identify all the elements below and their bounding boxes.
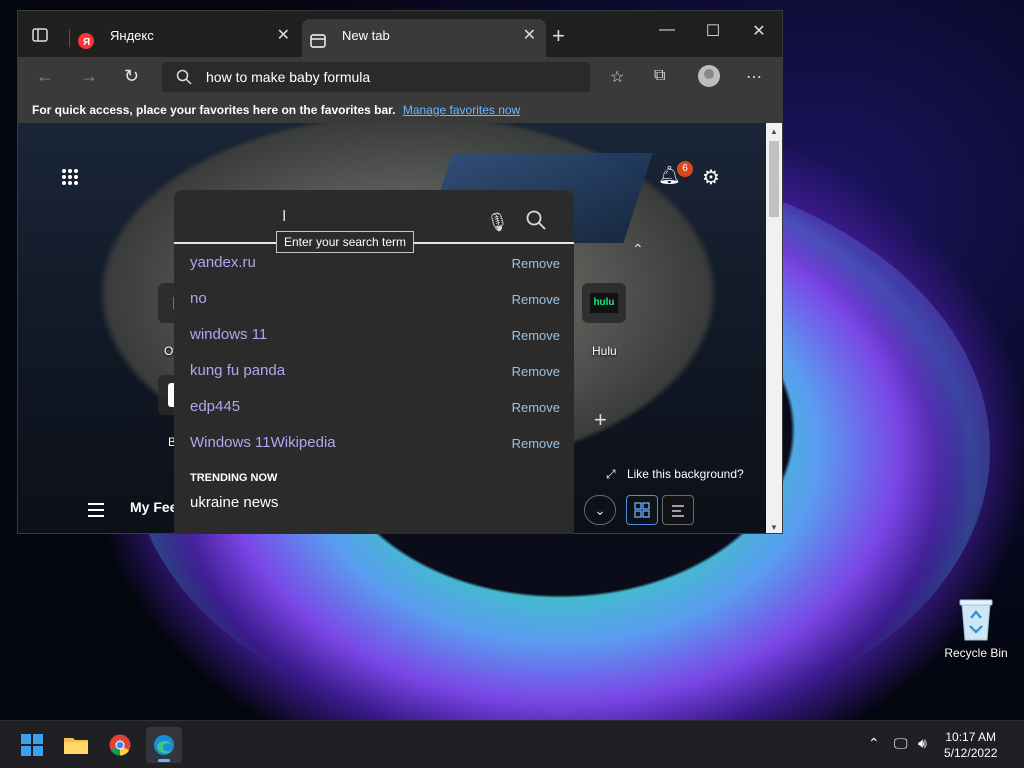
folder-icon: [64, 738, 88, 754]
search-icon[interactable]: [526, 210, 546, 236]
hulu-tile[interactable]: hulu: [582, 283, 626, 323]
history-text: Windows 11Wikipedia: [190, 434, 336, 451]
like-background-label: Like this background?: [626, 467, 744, 481]
hulu-icon: hulu: [590, 293, 618, 313]
new-tab-plus-icon[interactable]: +: [552, 23, 565, 49]
trending-header: TRENDING NOW: [190, 472, 278, 484]
back-arrow-icon[interactable]: ←: [36, 66, 54, 87]
refresh-icon[interactable]: ↻: [124, 66, 139, 87]
remove-history-button[interactable]: Remove: [512, 400, 560, 415]
navigation-toolbar: ← → ↻ how to make baby formula ☆ ⧉ ⋯: [18, 57, 782, 99]
chevron-down-icon[interactable]: ⌄: [584, 495, 616, 525]
list-view-button[interactable]: [662, 495, 694, 525]
scroll-up-icon[interactable]: ▲: [770, 127, 778, 136]
favorites-bar-hint: For quick access, place your favorites h…: [18, 99, 782, 123]
recycle-bin[interactable]: Recycle Bin: [940, 596, 1012, 660]
windows-logo-icon: [21, 734, 43, 756]
tab-bar: Я Яндекс ✕ New tab ✕ + — ☐ ✕: [18, 11, 782, 57]
history-item[interactable]: Windows 11Wikipedia Remove: [190, 434, 560, 470]
chrome-icon: [109, 734, 131, 756]
taskbar-clock[interactable]: 10:17 AM 5/12/2022: [944, 729, 997, 761]
history-text: yandex.ru: [190, 254, 256, 271]
history-text: windows 11: [190, 326, 268, 343]
tab-label: New tab: [342, 28, 390, 43]
clock-date: 5/12/2022: [944, 746, 998, 760]
history-item[interactable]: windows 11 Remove: [190, 326, 560, 362]
like-background-button[interactable]: ⤢ Like this background?: [606, 467, 744, 482]
maximize-icon[interactable]: ☐: [690, 21, 736, 41]
svg-text:Я: Я: [83, 37, 90, 48]
favorites-bar-message: For quick access, place your favorites h…: [32, 103, 396, 117]
text-cursor-icon: I: [282, 208, 287, 225]
yandex-icon: Я: [78, 28, 94, 49]
favorites-star-icon[interactable]: ☆: [610, 67, 624, 87]
history-text: no: [190, 290, 207, 307]
clock-time: 10:17 AM: [945, 730, 997, 744]
page-scrollbar[interactable]: ▲ ▼: [766, 123, 782, 533]
address-bar[interactable]: how to make baby formula: [162, 62, 590, 92]
remove-history-button[interactable]: Remove: [512, 328, 560, 343]
network-icon[interactable]: 🖵︎: [894, 735, 908, 752]
recycle-bin-icon: [956, 596, 996, 642]
chrome-button[interactable]: [102, 727, 138, 763]
scroll-down-icon[interactable]: ▼: [770, 523, 778, 532]
history-item[interactable]: edp445 Remove: [190, 398, 560, 434]
edge-icon: [154, 735, 174, 755]
search-icon: [176, 69, 192, 85]
more-options-icon[interactable]: ⋯: [746, 67, 762, 87]
microphone-icon[interactable]: 🎙︎: [486, 212, 509, 233]
tab-label: Яндекс: [110, 28, 154, 43]
history-item[interactable]: kung fu panda Remove: [190, 362, 560, 398]
start-button[interactable]: [14, 727, 50, 763]
app-launcher-icon[interactable]: [62, 169, 78, 185]
edge-button[interactable]: [146, 727, 182, 763]
trending-item[interactable]: ukraine news: [190, 494, 278, 511]
close-tab-icon[interactable]: ✕: [523, 19, 536, 53]
history-text: kung fu panda: [190, 362, 286, 379]
menu-icon[interactable]: [88, 503, 104, 521]
profile-avatar[interactable]: [698, 65, 720, 87]
taskbar: ⌃ 🖵︎ 🔊︎ 10:17 AM 5/12/2022: [0, 720, 1024, 768]
collections-icon[interactable]: ⧉: [654, 67, 665, 85]
tab-new-tab[interactable]: New tab ✕: [302, 19, 546, 57]
address-text: how to make baby formula: [206, 69, 371, 85]
search-tooltip: Enter your search term: [276, 231, 415, 253]
expand-icon: ⤢: [606, 467, 616, 481]
notification-badge: 6: [677, 161, 693, 177]
history-item[interactable]: yandex.ru Remove: [190, 254, 560, 290]
history-text: edp445: [190, 398, 241, 415]
grid-icon: [634, 502, 650, 518]
grid-view-button[interactable]: [626, 495, 658, 525]
tab-actions-icon[interactable]: [30, 25, 50, 45]
remove-history-button[interactable]: Remove: [512, 256, 560, 271]
remove-history-button[interactable]: Remove: [512, 436, 560, 451]
hulu-label: Hulu: [592, 344, 617, 358]
chevron-up-icon[interactable]: ⌃: [868, 735, 880, 752]
chevron-up-icon[interactable]: ⌃: [632, 241, 644, 258]
recycle-bin-label: Recycle Bin: [944, 646, 1008, 660]
remove-history-button[interactable]: Remove: [512, 292, 560, 307]
list-icon: [672, 505, 684, 517]
add-shortcut-icon[interactable]: +: [594, 407, 607, 433]
close-tab-icon[interactable]: ✕: [277, 19, 290, 53]
scroll-thumb[interactable]: [769, 141, 779, 217]
history-item[interactable]: no Remove: [190, 290, 560, 326]
remove-history-button[interactable]: Remove: [512, 364, 560, 379]
file-explorer-button[interactable]: [58, 727, 94, 763]
newtab-icon: [310, 28, 326, 48]
forward-arrow-icon[interactable]: →: [80, 66, 98, 87]
close-window-icon[interactable]: ✕: [736, 21, 782, 41]
gear-icon[interactable]: ⚙: [702, 165, 720, 190]
volume-icon[interactable]: 🔊︎: [918, 735, 927, 752]
tab-yandex[interactable]: Я Яндекс ✕: [70, 19, 300, 57]
minimize-icon[interactable]: —: [644, 21, 690, 39]
manage-favorites-link[interactable]: Manage favorites now: [403, 103, 520, 117]
